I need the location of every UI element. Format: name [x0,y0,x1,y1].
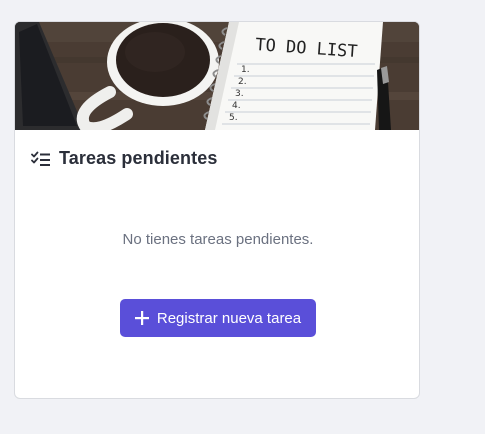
pending-tasks-card: TO DO LIST 1. 2. 3. 4. 5. Tareas pendien… [14,21,420,399]
empty-state-message: No tienes tareas pendientes. [122,231,314,248]
card-title: Tareas pendientes [31,148,217,169]
svg-text:2.: 2. [238,77,247,87]
svg-text:3.: 3. [235,89,244,99]
card-title-text: Tareas pendientes [59,148,218,168]
plus-icon [134,311,149,325]
todo-banner-image: TO DO LIST 1. 2. 3. 4. 5. [15,22,419,130]
register-task-button[interactable]: Registrar nueva tarea [120,299,316,337]
todo-notebook-coffee-image: TO DO LIST 1. 2. 3. 4. 5. [15,22,419,130]
register-task-label: Registrar nueva tarea [156,309,302,327]
svg-text:5.: 5. [229,113,238,123]
checklist-icon [31,151,50,166]
svg-text:4.: 4. [232,101,241,111]
svg-text:1.: 1. [241,65,250,75]
